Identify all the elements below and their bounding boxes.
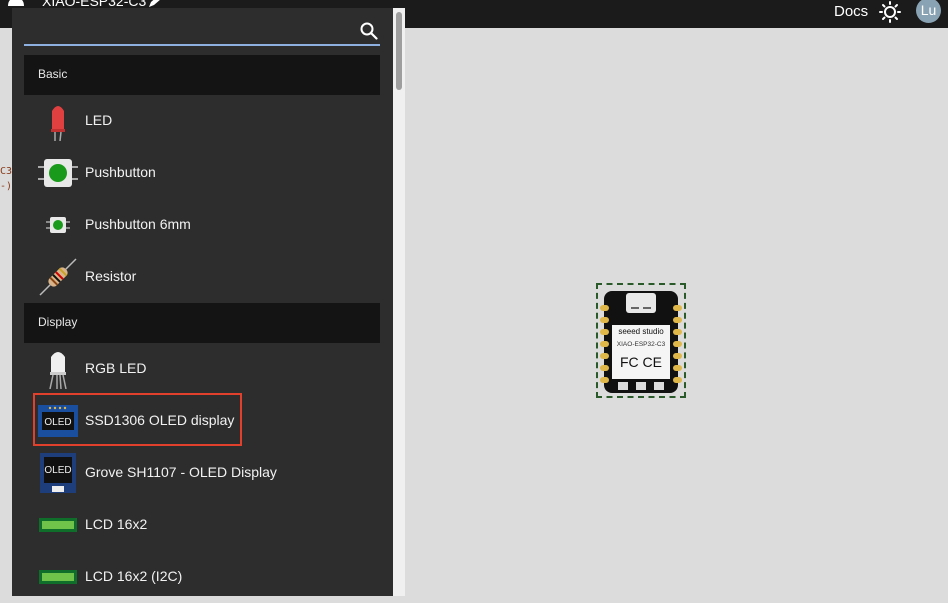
- board-brand: seeed studio: [618, 327, 664, 336]
- edit-icon[interactable]: [148, 0, 162, 8]
- search-icon[interactable]: [360, 22, 378, 40]
- palette-item-led[interactable]: LED: [24, 95, 380, 147]
- code-text: -): [0, 181, 13, 192]
- palette-item-rgb-led[interactable]: RGB LED: [24, 343, 380, 395]
- item-label: Grove SH1107 - OLED Display: [85, 464, 277, 480]
- lcd-icon: [39, 518, 77, 532]
- item-label: Pushbutton 6mm: [85, 216, 191, 232]
- rgb-led-icon: [49, 352, 67, 389]
- board-model: XIAO-ESP32-C3: [617, 341, 666, 348]
- highlight-box: [33, 393, 242, 446]
- pushbutton-6mm-icon: [46, 217, 70, 233]
- code-editor-fragment: C3 -): [0, 40, 12, 240]
- palette-scrollbar[interactable]: [393, 8, 405, 596]
- search-bar: [24, 18, 380, 46]
- palette-item-grove-sh1107-oled-display[interactable]: OLED Grove SH1107 - OLED Display: [24, 447, 380, 499]
- item-label: Resistor: [85, 268, 137, 284]
- board-graphic: seeed studio XIAO-ESP32-C3 FC CE: [600, 291, 682, 393]
- section-title: Display: [38, 315, 78, 329]
- section-header-basic: Basic: [24, 55, 380, 95]
- section-header-display: Display: [24, 303, 380, 343]
- item-label: LCD 16x2: [85, 516, 148, 532]
- docs-link[interactable]: Docs: [834, 3, 868, 20]
- palette-item-pushbutton[interactable]: Pushbutton: [24, 147, 380, 199]
- xiao-esp32-c3-board[interactable]: seeed studio XIAO-ESP32-C3 FC CE: [596, 283, 686, 398]
- user-avatar[interactable]: Lu: [916, 0, 941, 23]
- item-label: Pushbutton: [85, 164, 156, 180]
- item-label: LCD 16x2 (I2C): [85, 568, 183, 584]
- palette-item-resistor[interactable]: Resistor: [24, 251, 380, 303]
- search-input[interactable]: [24, 18, 348, 44]
- palette-item-lcd-16x2-i2c[interactable]: LCD 16x2 (I2C): [24, 551, 380, 603]
- section-title: Basic: [38, 67, 68, 81]
- pushbutton-icon: [38, 159, 78, 187]
- grove-oled-thumb-text: OLED: [44, 465, 71, 476]
- palette-item-lcd-16x2[interactable]: LCD 16x2: [24, 499, 380, 551]
- sun-icon[interactable]: [879, 1, 901, 23]
- resistor-icon: [39, 258, 77, 296]
- grove-oled-icon: OLED: [40, 453, 76, 493]
- simulation-canvas[interactable]: seeed studio XIAO-ESP32-C3 FC CE: [405, 28, 948, 596]
- palette-item-pushbutton-6mm[interactable]: Pushbutton 6mm: [24, 199, 380, 251]
- led-icon: [51, 106, 65, 141]
- board-certification-marks: FC CE: [620, 354, 662, 370]
- code-text: C3: [0, 166, 13, 177]
- lcd-i2c-icon: [39, 570, 77, 584]
- scrollbar-thumb[interactable]: [396, 12, 402, 90]
- item-label: RGB LED: [85, 360, 147, 376]
- item-label: LED: [85, 112, 113, 128]
